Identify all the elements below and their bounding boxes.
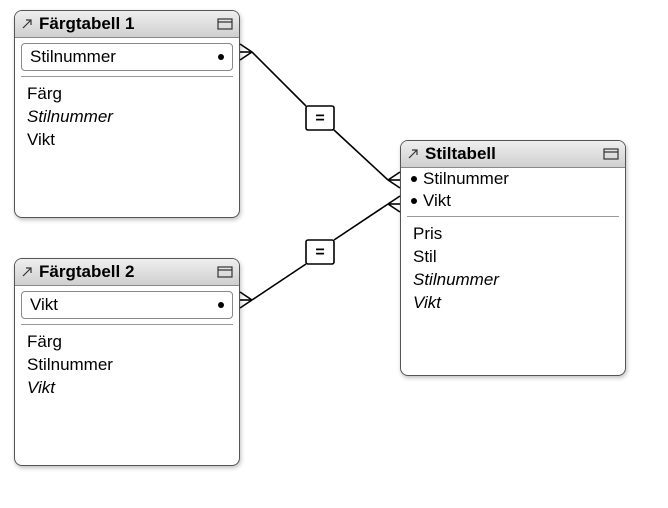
table-panel-fargtabell1[interactable]: Färgtabell 1 Stilnummer Färg Stilnummer …: [14, 10, 240, 218]
table-panel-fargtabell2[interactable]: Färgtabell 2 Vikt Färg Stilnummer Vikt: [14, 258, 240, 466]
key-dot-icon: [411, 176, 417, 182]
field-item[interactable]: Vikt: [27, 377, 227, 400]
divider: [21, 76, 233, 77]
field-item[interactable]: Stilnummer: [413, 269, 613, 292]
key-field-label: Stilnummer: [423, 169, 509, 189]
field-item[interactable]: Stilnummer: [27, 354, 227, 377]
relation-fargtabell2-stiltabell: =: [240, 196, 400, 308]
crows-foot-icon: [240, 292, 252, 308]
window-icon: [217, 266, 233, 278]
key-dot-icon: [218, 54, 224, 60]
relation-op: =: [315, 244, 324, 261]
window-icon: [603, 148, 619, 160]
key-row[interactable]: Stilnummer: [21, 43, 233, 71]
field-item[interactable]: Stilnummer: [27, 106, 227, 129]
expand-arrow-icon: [21, 18, 33, 30]
key-field-label: Vikt: [423, 191, 451, 211]
titlebar[interactable]: Färgtabell 1: [15, 11, 239, 38]
crows-foot-icon: [388, 196, 400, 212]
key-row[interactable]: Vikt: [21, 291, 233, 319]
key-dot-icon: [411, 198, 417, 204]
relation-op: =: [315, 110, 324, 127]
crows-foot-icon: [388, 172, 400, 188]
expand-arrow-icon: [407, 148, 419, 160]
expand-arrow-icon: [21, 266, 33, 278]
crows-foot-icon: [240, 44, 252, 60]
panel-title: Färgtabell 1: [39, 14, 217, 34]
field-list: Pris Stil Stilnummer Vikt: [401, 223, 625, 325]
titlebar[interactable]: Färgtabell 2: [15, 259, 239, 286]
field-item[interactable]: Stil: [413, 246, 613, 269]
field-item[interactable]: Färg: [27, 331, 227, 354]
key-row[interactable]: Stilnummer: [401, 168, 625, 190]
key-field-label: Vikt: [30, 295, 218, 315]
divider: [21, 324, 233, 325]
window-icon: [217, 18, 233, 30]
key-row[interactable]: Vikt: [401, 190, 625, 212]
panel-title: Stiltabell: [425, 144, 603, 164]
field-item[interactable]: Färg: [27, 83, 227, 106]
panel-title: Färgtabell 2: [39, 262, 217, 282]
divider: [407, 216, 619, 217]
titlebar[interactable]: Stiltabell: [401, 141, 625, 168]
key-dot-icon: [218, 302, 224, 308]
field-list: Färg Stilnummer Vikt: [15, 83, 239, 162]
field-item[interactable]: Vikt: [27, 129, 227, 152]
field-item[interactable]: Pris: [413, 223, 613, 246]
field-list: Färg Stilnummer Vikt: [15, 331, 239, 410]
field-item[interactable]: Vikt: [413, 292, 613, 315]
relation-fargtabell1-stiltabell: =: [240, 44, 400, 188]
table-panel-stiltabell[interactable]: Stiltabell Stilnummer Vikt Pris Stil Sti…: [400, 140, 626, 376]
key-field-label: Stilnummer: [30, 47, 218, 67]
